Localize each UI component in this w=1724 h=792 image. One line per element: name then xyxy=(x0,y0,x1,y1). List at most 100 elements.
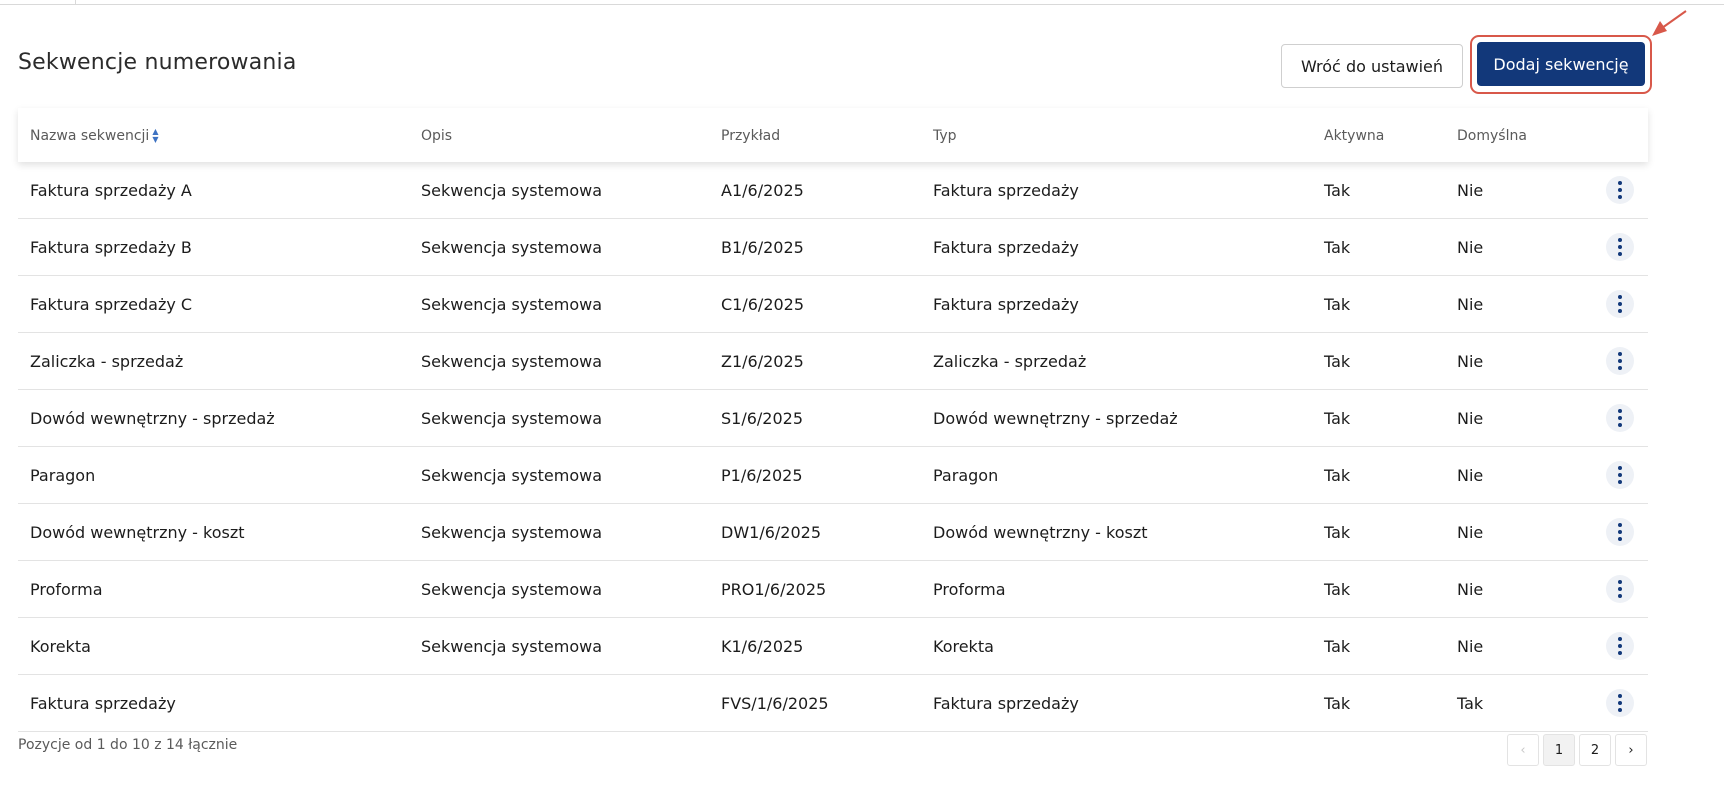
cell-description: Sekwencja systemowa xyxy=(421,295,602,314)
pointer-arrow-icon xyxy=(1652,10,1687,36)
pagination: ‹ 1 2 › xyxy=(1507,734,1647,766)
table-row[interactable]: Dowód wewnętrzny - sprzedaż Sekwencja sy… xyxy=(18,390,1648,447)
kebab-menu-icon[interactable] xyxy=(1606,233,1634,261)
cell-description: Sekwencja systemowa xyxy=(421,409,602,428)
cell-description: Sekwencja systemowa xyxy=(421,637,602,656)
column-header-name[interactable]: Nazwa sekwencji ▲ ▼ xyxy=(30,128,158,145)
cell-example: B1/6/2025 xyxy=(721,238,804,257)
cell-active: Tak xyxy=(1324,637,1351,656)
cell-example: A1/6/2025 xyxy=(721,181,804,200)
back-to-settings-button[interactable]: Wróć do ustawień xyxy=(1281,44,1463,88)
cell-active: Tak xyxy=(1324,580,1351,599)
cell-default: Nie xyxy=(1457,523,1484,542)
cell-type: Zaliczka - sprzedaż xyxy=(933,352,1087,371)
cell-description: Sekwencja systemowa xyxy=(421,352,602,371)
kebab-menu-icon[interactable] xyxy=(1606,347,1634,375)
cell-default: Nie xyxy=(1457,295,1484,314)
chevron-right-icon[interactable]: › xyxy=(1615,734,1647,766)
column-header-example: Przykład xyxy=(721,128,781,144)
cell-type: Dowód wewnętrzny - sprzedaż xyxy=(933,409,1178,428)
cell-active: Tak xyxy=(1324,295,1351,314)
sequences-table: Nazwa sekwencji ▲ ▼ Opis Przykład Typ Akty… xyxy=(18,108,1648,732)
cell-type: Proforma xyxy=(933,580,1006,599)
table-row[interactable]: Faktura sprzedaży A Sekwencja systemowa … xyxy=(18,162,1648,219)
cell-name: Faktura sprzedaży xyxy=(30,694,176,713)
cell-type: Faktura sprzedaży xyxy=(933,238,1079,257)
cell-type: Paragon xyxy=(933,466,999,485)
table-row[interactable]: Faktura sprzedaży FVS/1/6/2025 Faktura s… xyxy=(18,675,1648,732)
cell-default: Nie xyxy=(1457,409,1484,428)
cell-type: Faktura sprzedaży xyxy=(933,181,1079,200)
chevron-left-icon[interactable]: ‹ xyxy=(1507,734,1539,766)
cell-default: Nie xyxy=(1457,181,1484,200)
cell-example: K1/6/2025 xyxy=(721,637,804,656)
cell-description: Sekwencja systemowa xyxy=(421,238,602,257)
add-sequence-button[interactable]: Dodaj sekwencję xyxy=(1477,42,1645,86)
column-header-type: Typ xyxy=(933,128,957,144)
cell-example: FVS/1/6/2025 xyxy=(721,694,829,713)
table-row[interactable]: Zaliczka - sprzedaż Sekwencja systemowa … xyxy=(18,333,1648,390)
cell-active: Tak xyxy=(1324,238,1351,257)
column-header-label: Nazwa sekwencji xyxy=(30,128,150,144)
table-header: Nazwa sekwencji ▲ ▼ Opis Przykład Typ Akty… xyxy=(18,108,1648,162)
cell-active: Tak xyxy=(1324,352,1351,371)
column-header-default: Domyślna xyxy=(1457,128,1527,144)
cell-active: Tak xyxy=(1324,466,1351,485)
page-title: Sekwencje numerowania xyxy=(18,50,297,75)
table-row[interactable]: Korekta Sekwencja systemowa K1/6/2025 Ko… xyxy=(18,618,1648,675)
column-header-active: Aktywna xyxy=(1324,128,1385,144)
cell-active: Tak xyxy=(1324,523,1351,542)
cell-default: Nie xyxy=(1457,238,1484,257)
table-row[interactable]: Paragon Sekwencja systemowa P1/6/2025 Pa… xyxy=(18,447,1648,504)
cell-description: Sekwencja systemowa xyxy=(421,181,602,200)
top-divider xyxy=(0,0,1724,5)
table-row[interactable]: Proforma Sekwencja systemowa PRO1/6/2025… xyxy=(18,561,1648,618)
cell-default: Nie xyxy=(1457,466,1484,485)
cell-active: Tak xyxy=(1324,694,1351,713)
cell-name: Proforma xyxy=(30,580,103,599)
cell-name: Korekta xyxy=(30,637,91,656)
kebab-menu-icon[interactable] xyxy=(1606,404,1634,432)
column-header-description: Opis xyxy=(421,128,453,144)
cell-active: Tak xyxy=(1324,409,1351,428)
kebab-menu-icon[interactable] xyxy=(1606,632,1634,660)
kebab-menu-icon[interactable] xyxy=(1606,518,1634,546)
cell-name: Faktura sprzedaży C xyxy=(30,295,193,314)
cell-example: PRO1/6/2025 xyxy=(721,580,827,599)
cell-name: Zaliczka - sprzedaż xyxy=(30,352,184,371)
table-row[interactable]: Faktura sprzedaży C Sekwencja systemowa … xyxy=(18,276,1648,333)
cell-type: Korekta xyxy=(933,637,994,656)
cell-name: Faktura sprzedaży B xyxy=(30,238,192,257)
cell-example: C1/6/2025 xyxy=(721,295,805,314)
cell-example: S1/6/2025 xyxy=(721,409,804,428)
cell-active: Tak xyxy=(1324,181,1351,200)
cell-example: Z1/6/2025 xyxy=(721,352,804,371)
cell-example: P1/6/2025 xyxy=(721,466,803,485)
cell-default: Tak xyxy=(1457,694,1484,713)
cell-name: Dowód wewnętrzny - koszt xyxy=(30,523,245,542)
cell-default: Nie xyxy=(1457,352,1484,371)
cell-type: Dowód wewnętrzny - koszt xyxy=(933,523,1148,542)
cell-default: Nie xyxy=(1457,637,1484,656)
sort-icon[interactable]: ▲ ▼ xyxy=(152,128,158,144)
cell-name: Faktura sprzedaży A xyxy=(30,181,192,200)
page-button-1[interactable]: 1 xyxy=(1543,734,1575,766)
table-row[interactable]: Dowód wewnętrzny - koszt Sekwencja syste… xyxy=(18,504,1648,561)
kebab-menu-icon[interactable] xyxy=(1606,575,1634,603)
kebab-menu-icon[interactable] xyxy=(1606,176,1634,204)
cell-type: Faktura sprzedaży xyxy=(933,295,1079,314)
cell-description: Sekwencja systemowa xyxy=(421,523,602,542)
cell-description: Sekwencja systemowa xyxy=(421,580,602,599)
kebab-menu-icon[interactable] xyxy=(1606,461,1634,489)
page-button-2[interactable]: 2 xyxy=(1579,734,1611,766)
cell-example: DW1/6/2025 xyxy=(721,523,821,542)
cell-description: Sekwencja systemowa xyxy=(421,466,602,485)
cell-name: Paragon xyxy=(30,466,96,485)
cell-name: Dowód wewnętrzny - sprzedaż xyxy=(30,409,275,428)
kebab-menu-icon[interactable] xyxy=(1606,689,1634,717)
cell-type: Faktura sprzedaży xyxy=(933,694,1079,713)
table-row[interactable]: Faktura sprzedaży B Sekwencja systemowa … xyxy=(18,219,1648,276)
pagination-info: Pozycje od 1 do 10 z 14 łącznie xyxy=(18,737,238,753)
kebab-menu-icon[interactable] xyxy=(1606,290,1634,318)
top-divider-tick xyxy=(75,0,76,4)
